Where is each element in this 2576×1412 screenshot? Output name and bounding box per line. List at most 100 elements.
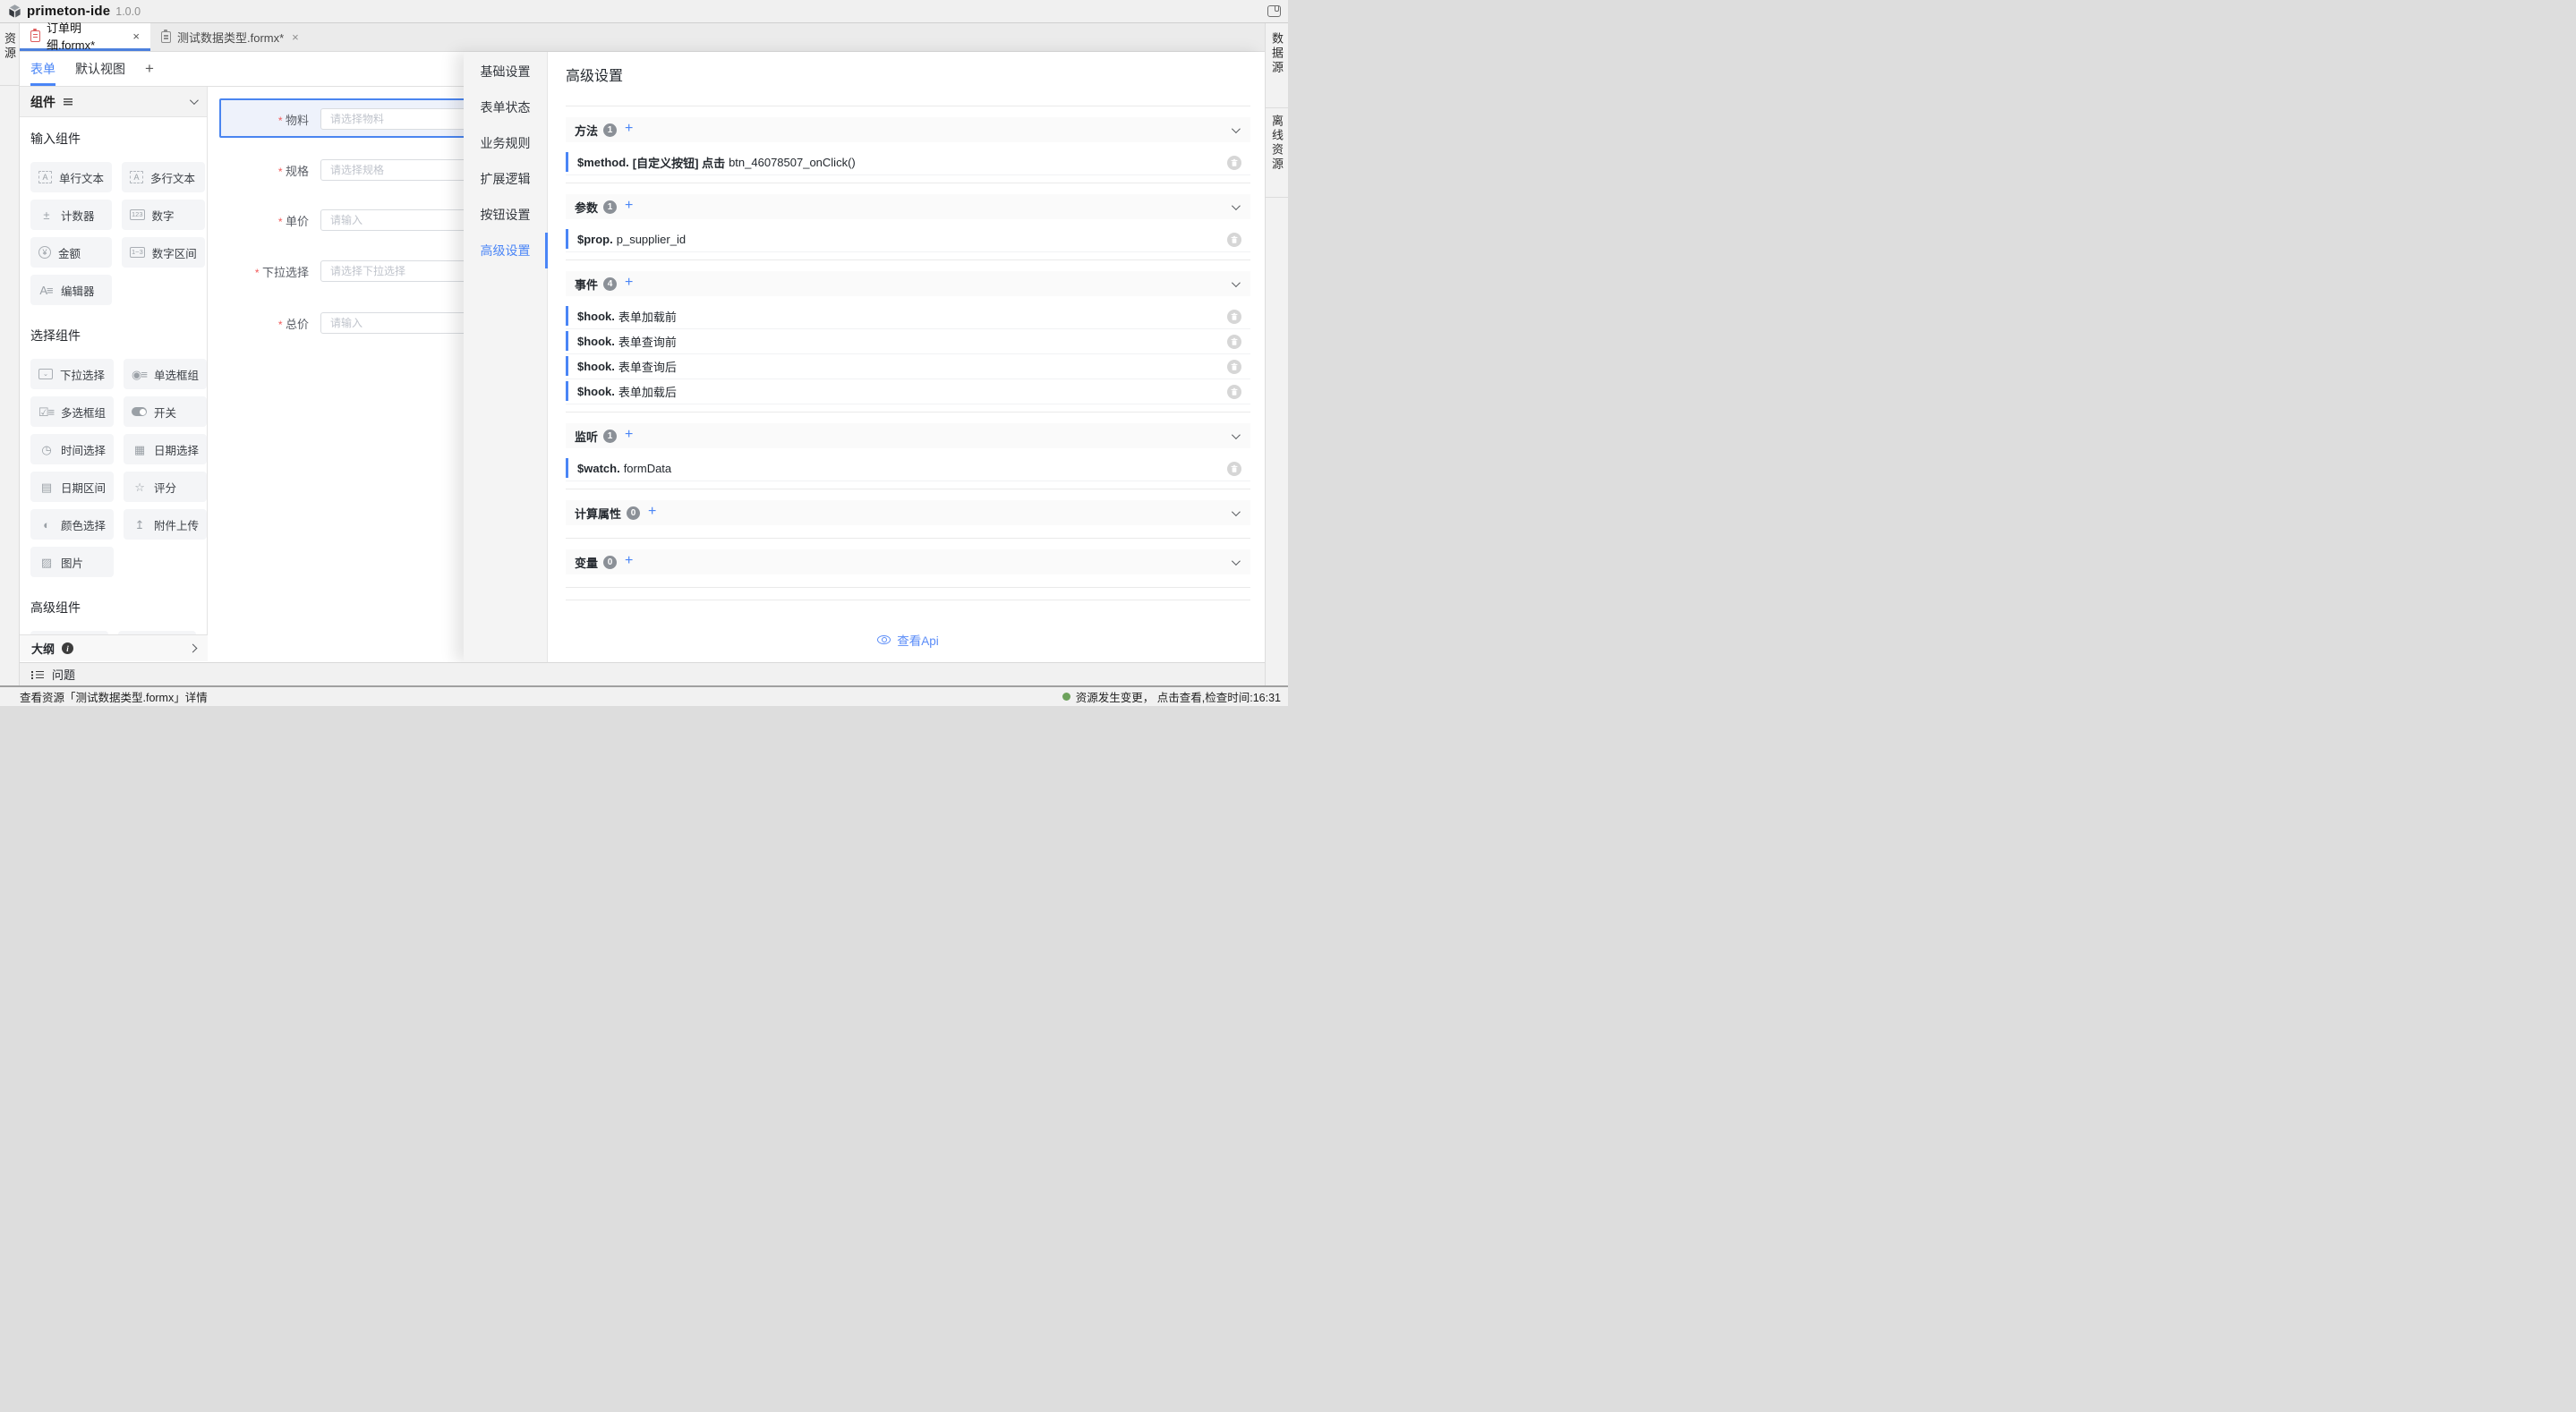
settings-menu-advanced-settings[interactable]: 高级设置 bbox=[464, 233, 547, 268]
component-select[interactable]: ⌄下拉选择 bbox=[30, 359, 114, 389]
hook-item-after-form-load[interactable]: $hook. 表单加载后 bbox=[566, 379, 1250, 404]
section-header-events[interactable]: 事件 4 + bbox=[566, 271, 1250, 296]
component-attachment-upload[interactable]: ↥附件上传 bbox=[124, 509, 207, 540]
settings-menu-form-state[interactable]: 表单状态 bbox=[464, 89, 547, 125]
delete-icon[interactable] bbox=[1227, 462, 1241, 476]
count-badge: 1 bbox=[603, 430, 617, 443]
rail-item-datasource[interactable]: 数据源 bbox=[1268, 32, 1285, 75]
field-label: 总价 bbox=[286, 318, 309, 331]
settings-menu-extension-logic[interactable]: 扩展逻辑 bbox=[464, 161, 547, 197]
component-rating[interactable]: ☆评分 bbox=[124, 472, 207, 502]
switch-icon bbox=[132, 407, 147, 416]
title-bar: primeton-ide 1.0.0 bbox=[0, 0, 1288, 23]
view-api-link[interactable]: 查看Api bbox=[566, 631, 1250, 649]
status-resource-changed[interactable]: 资源发生变更， 点击查看,检查时间:16:31 bbox=[1062, 688, 1281, 705]
add-view-button[interactable]: + bbox=[145, 60, 154, 78]
add-icon[interactable]: + bbox=[625, 428, 633, 442]
right-rail: 数据源 离线资源 bbox=[1265, 23, 1288, 685]
image-icon: ▨ bbox=[38, 557, 54, 568]
counter-icon: ± bbox=[38, 209, 54, 221]
component-text-input[interactable]: A单行文本 bbox=[30, 162, 112, 192]
section-title-advanced-components: 高级组件 bbox=[30, 599, 196, 617]
delete-icon[interactable] bbox=[1227, 310, 1241, 324]
hook-item-before-form-load[interactable]: $hook. 表单加载前 bbox=[566, 304, 1250, 329]
attachment-upload-icon: ↥ bbox=[132, 519, 147, 531]
view-tab-default-view[interactable]: 默认视图 bbox=[75, 52, 125, 86]
problems-list-icon bbox=[31, 670, 44, 679]
select-icon: ⌄ bbox=[38, 369, 53, 379]
chevron-down-icon[interactable] bbox=[1232, 557, 1241, 566]
problems-label: 问题 bbox=[52, 666, 75, 683]
close-icon[interactable]: × bbox=[292, 31, 299, 43]
add-icon[interactable]: + bbox=[625, 554, 633, 568]
component-money[interactable]: ¥金额 bbox=[30, 237, 112, 268]
file-tab-bar: 订单明细.formx* × 测试数据类型.formx* × bbox=[20, 23, 1265, 52]
rail-item-resources[interactable]: 资源 bbox=[1, 32, 18, 61]
checkbox-group-icon: ☑≡ bbox=[38, 406, 54, 418]
components-header-label: 组件 bbox=[30, 93, 55, 111]
rail-divider bbox=[0, 85, 19, 86]
section-header-variables[interactable]: 变量 0 + bbox=[566, 549, 1250, 574]
prop-item[interactable]: $prop. p_supplier_id bbox=[566, 227, 1250, 252]
color-picker-icon: ◐ bbox=[38, 519, 54, 531]
status-resource-detail[interactable]: 查看资源「测试数据类型.formx」详情 bbox=[20, 688, 208, 705]
component-number-range[interactable]: 1~3数字区间 bbox=[122, 237, 205, 268]
hook-item-after-form-query[interactable]: $hook. 表单查询后 bbox=[566, 354, 1250, 379]
panel-toggle-icon[interactable] bbox=[1267, 5, 1281, 17]
hook-item-before-form-query[interactable]: $hook. 表单查询前 bbox=[566, 329, 1250, 354]
money-icon: ¥ bbox=[38, 246, 51, 259]
component-number[interactable]: 123数字 bbox=[122, 200, 205, 230]
tab-label: 订单明细.formx* bbox=[47, 19, 124, 53]
component-date-picker[interactable]: ▦日期选择 bbox=[124, 434, 207, 464]
delete-icon[interactable] bbox=[1227, 360, 1241, 374]
chevron-down-icon[interactable] bbox=[1232, 124, 1241, 133]
number-range-icon: 1~3 bbox=[130, 247, 145, 258]
section-title-select-components: 选择组件 bbox=[30, 327, 196, 344]
settings-menu-basic[interactable]: 基础设置 bbox=[464, 54, 547, 89]
settings-menu-business-rules[interactable]: 业务规则 bbox=[464, 125, 547, 161]
component-switch[interactable]: 开关 bbox=[124, 396, 207, 427]
component-textarea[interactable]: A多行文本 bbox=[122, 162, 205, 192]
chevron-down-icon[interactable] bbox=[1232, 201, 1241, 210]
method-item[interactable]: $method. [自定义按钮] 点击 btn_46078507_onClick… bbox=[566, 150, 1250, 175]
item-accent-bar bbox=[566, 458, 568, 478]
view-tab-form[interactable]: 表单 bbox=[30, 52, 55, 86]
component-checkbox-group[interactable]: ☑≡多选框组 bbox=[30, 396, 114, 427]
chevron-down-icon[interactable] bbox=[1232, 430, 1241, 439]
chevron-down-icon[interactable] bbox=[1232, 278, 1241, 287]
close-icon[interactable]: × bbox=[132, 30, 140, 42]
section-header-watchers[interactable]: 监听 1 + bbox=[566, 423, 1250, 448]
outline-bar[interactable]: 大纲 i bbox=[20, 634, 208, 661]
add-icon[interactable]: + bbox=[625, 122, 633, 136]
delete-icon[interactable] bbox=[1227, 233, 1241, 247]
component-color-picker[interactable]: ◐颜色选择 bbox=[30, 509, 114, 540]
field-label: 物料 bbox=[286, 114, 309, 127]
component-radio-group[interactable]: ◉≡单选框组 bbox=[124, 359, 207, 389]
component-editor[interactable]: A≡编辑器 bbox=[30, 275, 112, 305]
chevron-down-icon[interactable] bbox=[190, 96, 199, 105]
add-icon[interactable]: + bbox=[625, 199, 633, 213]
tab-test-datatype-formx[interactable]: 测试数据类型.formx* × bbox=[150, 23, 310, 51]
rail-item-offline-resources[interactable]: 离线资源 bbox=[1268, 115, 1285, 172]
section-header-params[interactable]: 参数 1 + bbox=[566, 194, 1250, 219]
list-menu-icon bbox=[64, 98, 73, 106]
chevron-down-icon[interactable] bbox=[1232, 507, 1241, 516]
component-time-picker[interactable]: ◷时间选择 bbox=[30, 434, 114, 464]
delete-icon[interactable] bbox=[1227, 156, 1241, 170]
problems-bar[interactable]: 问题 bbox=[20, 662, 1265, 685]
delete-icon[interactable] bbox=[1227, 385, 1241, 399]
section-header-computed[interactable]: 计算属性 0 + bbox=[566, 500, 1250, 525]
section-header-methods[interactable]: 方法 1 + bbox=[566, 117, 1250, 142]
component-counter[interactable]: ±计数器 bbox=[30, 200, 112, 230]
settings-menu-button-settings[interactable]: 按钮设置 bbox=[464, 197, 547, 233]
add-icon[interactable]: + bbox=[648, 505, 656, 519]
item-accent-bar bbox=[566, 331, 568, 351]
component-image[interactable]: ▨图片 bbox=[30, 547, 114, 577]
tab-order-detail-formx[interactable]: 订单明细.formx* × bbox=[20, 23, 150, 51]
component-date-range[interactable]: ▤日期区间 bbox=[30, 472, 114, 502]
add-icon[interactable]: + bbox=[625, 276, 633, 290]
components-panel-header[interactable]: 组件 bbox=[20, 87, 207, 117]
watch-item-formdata[interactable]: $watch. formData bbox=[566, 456, 1250, 481]
chevron-right-icon[interactable] bbox=[189, 644, 198, 653]
delete-icon[interactable] bbox=[1227, 335, 1241, 349]
